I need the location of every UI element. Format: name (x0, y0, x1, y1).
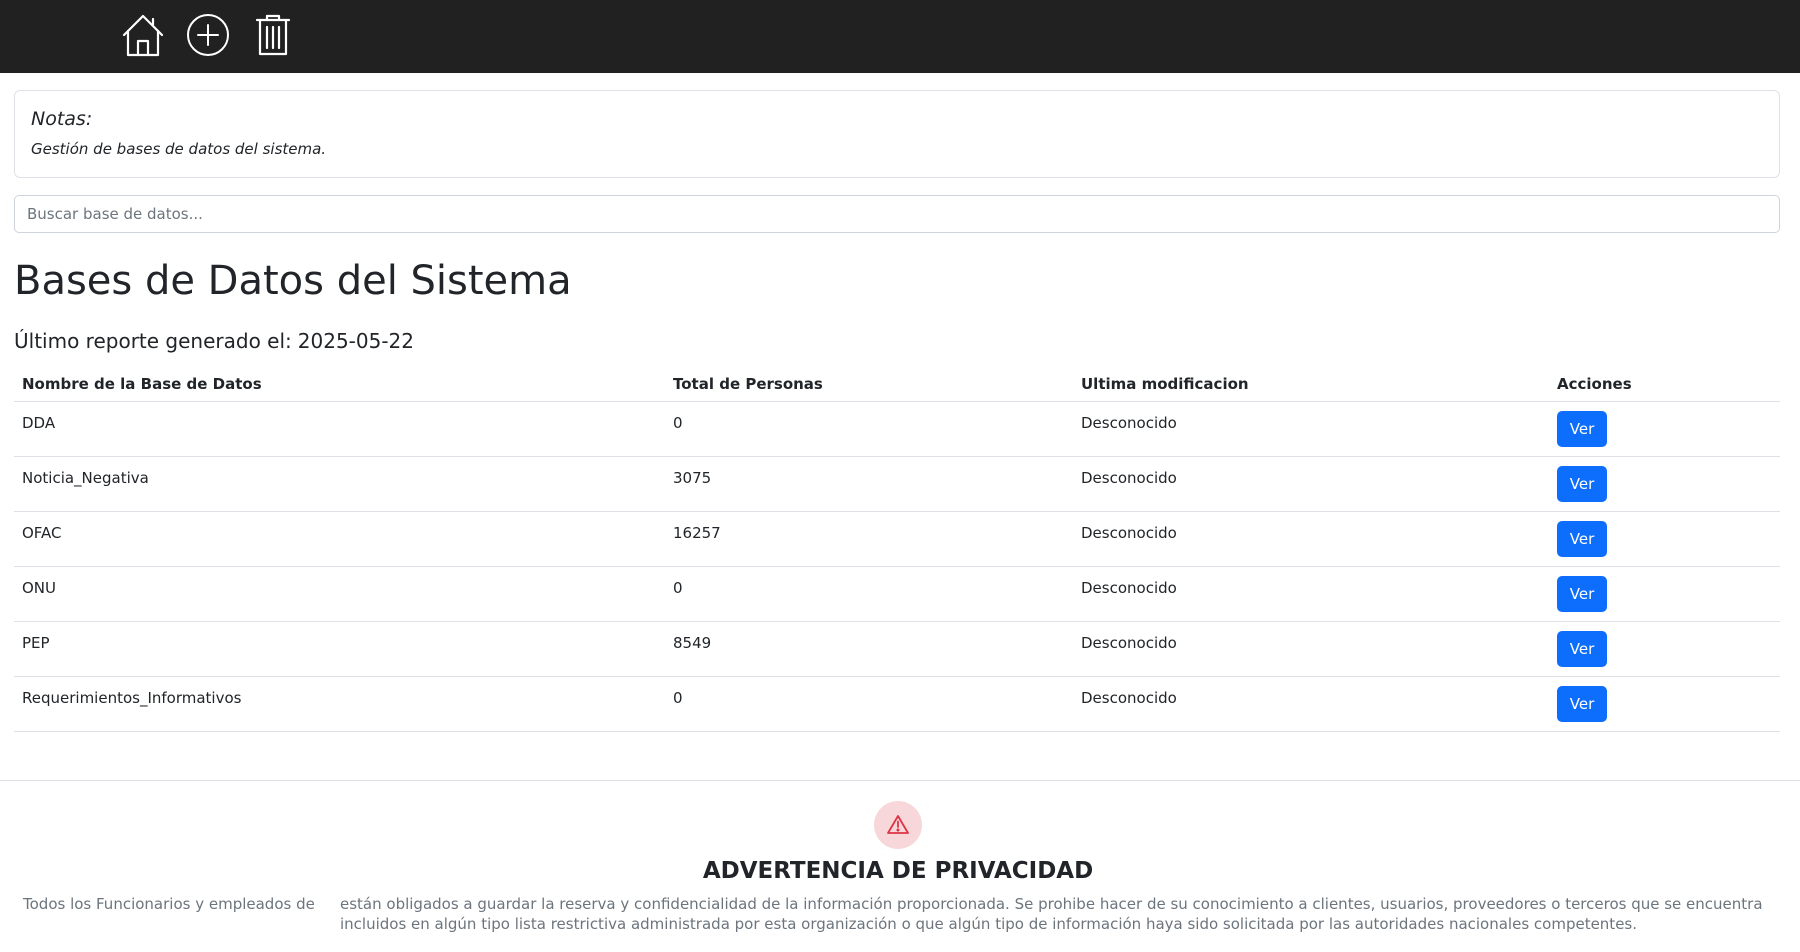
home-icon[interactable] (119, 11, 167, 59)
header-modified: Ultima modificacion (1073, 366, 1549, 402)
header-name: Nombre de la Base de Datos (14, 366, 665, 402)
db-name: Requerimientos_Informativos (22, 689, 242, 707)
table-row: Noticia_Negativa 3075 Desconocido Ver (14, 456, 1780, 512)
db-modified: Desconocido (1081, 579, 1177, 597)
warning-icon (874, 801, 922, 849)
privacy-warning-title: ADVERTENCIA DE PRIVACIDAD (702, 858, 1094, 884)
report-info: Último reporte generado el: 2025-05-22 (14, 327, 414, 355)
view-button[interactable]: Ver (1557, 466, 1607, 502)
db-total: 3075 (673, 469, 712, 487)
privacy-warning-lead: Todos los Funcionarios y empleados de (23, 895, 315, 913)
db-name: Noticia_Negativa (22, 469, 149, 487)
header-actions: Acciones (1549, 366, 1780, 402)
table-row: ONU 0 Desconocido Ver (14, 566, 1780, 622)
top-navbar (0, 0, 1800, 73)
view-button[interactable]: Ver (1557, 631, 1607, 667)
db-name: DDA (22, 414, 56, 432)
table-header-row: Nombre de la Base de Datos Total de Pers… (14, 366, 1780, 402)
view-button[interactable]: Ver (1557, 686, 1607, 722)
db-total: 0 (673, 689, 683, 707)
databases-table: Nombre de la Base de Datos Total de Pers… (14, 366, 1780, 732)
db-total: 0 (673, 579, 683, 597)
db-name: OFAC (22, 524, 62, 542)
db-total: 16257 (673, 524, 721, 542)
view-button[interactable]: Ver (1557, 411, 1607, 447)
page-title: Bases de Datos del Sistema (14, 258, 572, 304)
db-modified: Desconocido (1081, 634, 1177, 652)
view-button[interactable]: Ver (1557, 521, 1607, 557)
table-row: DDA 0 Desconocido Ver (14, 401, 1780, 457)
report-label: Último reporte generado el: (14, 329, 292, 353)
db-modified: Desconocido (1081, 414, 1177, 432)
db-total: 0 (673, 414, 683, 432)
view-button[interactable]: Ver (1557, 576, 1607, 612)
add-circle-icon[interactable] (184, 11, 232, 59)
report-date: 2025-05-22 (297, 329, 414, 353)
db-name: PEP (22, 634, 50, 652)
search-input[interactable] (14, 195, 1780, 233)
privacy-warning-text: están obligados a guardar la reserva y c… (340, 895, 1763, 933)
db-modified: Desconocido (1081, 524, 1177, 542)
db-modified: Desconocido (1081, 689, 1177, 707)
db-name: ONU (22, 579, 57, 597)
notes-title: Notas: (31, 108, 93, 130)
db-total: 8549 (673, 634, 712, 652)
table-row: OFAC 16257 Desconocido Ver (14, 511, 1780, 567)
trash-icon[interactable] (249, 11, 297, 59)
notes-text: Gestión de bases de datos del sistema. (31, 140, 327, 158)
notes-card: Notas: Gestión de bases de datos del sis… (14, 90, 1780, 178)
table-row: Requerimientos_Informativos 0 Desconocid… (14, 676, 1780, 732)
header-total: Total de Personas (665, 366, 1073, 402)
db-modified: Desconocido (1081, 469, 1177, 487)
footer-divider (0, 780, 1800, 781)
table-row: PEP 8549 Desconocido Ver (14, 621, 1780, 677)
